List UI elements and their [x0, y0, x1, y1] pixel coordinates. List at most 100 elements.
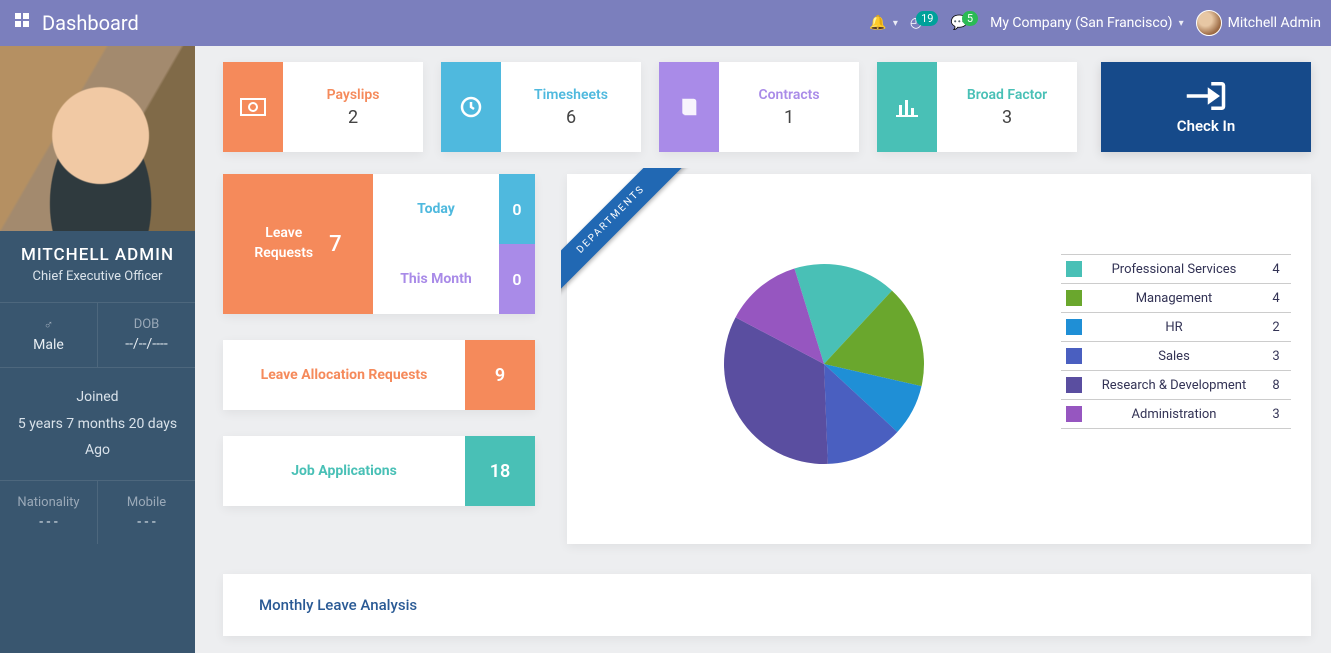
profile-photo: [0, 46, 195, 231]
page-title: Dashboard: [42, 11, 139, 35]
main-content: Payslips 2 Timesheets 6 Contracts: [195, 46, 1331, 653]
check-in-label: Check In: [1177, 117, 1235, 135]
messages-badge: 5: [962, 11, 978, 26]
leave-title-2: Requests: [254, 244, 313, 264]
legend-swatch: [1066, 406, 1082, 422]
barchart-icon: [877, 62, 937, 152]
mobile-value: - - -: [102, 514, 191, 530]
broad-factor-label: Broad Factor: [967, 87, 1047, 103]
chevron-down-icon: ▾: [1179, 18, 1184, 29]
payslips-card[interactable]: Payslips 2: [223, 62, 423, 152]
payslips-label: Payslips: [327, 87, 380, 103]
payslips-value: 2: [348, 107, 358, 128]
money-icon: [223, 62, 283, 152]
legend-row[interactable]: HR2: [1061, 313, 1291, 342]
broad-factor-value: 3: [1002, 107, 1012, 128]
avatar: [1196, 10, 1222, 36]
gender-value: Male: [4, 337, 93, 353]
messages-button[interactable]: 💬 5: [950, 15, 978, 31]
apps-icon[interactable]: [8, 13, 38, 33]
analysis-title: Monthly Leave Analysis: [259, 596, 417, 614]
leave-requests-card[interactable]: Leave Requests 7 Today 0 This Month 0: [223, 174, 535, 314]
leave-today-label: Today: [373, 201, 499, 217]
legend-row[interactable]: Sales3: [1061, 342, 1291, 371]
timesheets-value: 6: [566, 107, 576, 128]
departments-ribbon-label: DEPARTMENTS: [561, 168, 691, 300]
company-switcher[interactable]: My Company (San Francisco) ▾: [990, 15, 1183, 31]
timesheets-label: Timesheets: [534, 87, 608, 103]
departments-pie-chart: [719, 259, 929, 469]
leave-allocation-value: 9: [465, 340, 535, 410]
legend-value: 3: [1261, 342, 1291, 371]
legend-swatch: [1066, 377, 1082, 393]
contracts-label: Contracts: [758, 87, 819, 103]
leave-month-label: This Month: [373, 271, 499, 287]
contracts-card[interactable]: Contracts 1: [659, 62, 859, 152]
legend-name: Sales: [1087, 342, 1261, 371]
legend-row[interactable]: Management4: [1061, 284, 1291, 313]
joined-label: Joined: [6, 384, 189, 411]
profile-sidebar: MITCHELL ADMIN Chief Executive Officer ♂…: [0, 46, 195, 653]
job-applications-value: 18: [465, 436, 535, 506]
contracts-value: 1: [784, 107, 794, 128]
leave-month-value: 0: [499, 244, 535, 314]
broad-factor-card[interactable]: Broad Factor 3: [877, 62, 1077, 152]
nationality-value: - - -: [4, 514, 93, 530]
timesheets-card[interactable]: Timesheets 6: [441, 62, 641, 152]
legend-value: 4: [1261, 284, 1291, 313]
leave-title-1: Leave: [254, 224, 313, 244]
legend-swatch: [1066, 319, 1082, 335]
clock-icon: [441, 62, 501, 152]
legend-swatch: [1066, 348, 1082, 364]
dob-value: --/--/----: [102, 336, 191, 352]
profile-name: MITCHELL ADMIN: [0, 231, 195, 269]
legend-name: Research & Development: [1087, 371, 1261, 400]
legend-name: HR: [1087, 313, 1261, 342]
joined-suffix: Ago: [6, 437, 189, 464]
leave-allocation-card[interactable]: Leave Allocation Requests 9: [223, 340, 535, 410]
leave-today-value: 0: [499, 174, 535, 244]
legend-row[interactable]: Research & Development8: [1061, 371, 1291, 400]
stat-row: Payslips 2 Timesheets 6 Contracts: [223, 62, 1311, 152]
profile-role: Chief Executive Officer: [0, 269, 195, 302]
username: Mitchell Admin: [1228, 15, 1321, 31]
dob-cell: DOB --/--/----: [98, 303, 195, 367]
activity-button[interactable]: ◴ 19: [910, 15, 939, 31]
departments-legend: Professional Services4Management4HR2Sale…: [1061, 254, 1291, 524]
mobile-cell: Mobile - - -: [98, 481, 195, 544]
notifications-button[interactable]: 🔔▾: [869, 15, 897, 31]
legend-name: Professional Services: [1087, 255, 1261, 284]
joined-cell: Joined 5 years 7 months 20 days Ago: [0, 367, 195, 480]
gender-icon: ♂: [4, 317, 93, 333]
chevron-down-icon: ▾: [893, 18, 898, 29]
mobile-label: Mobile: [102, 495, 191, 510]
legend-name: Management: [1087, 284, 1261, 313]
legend-name: Administration: [1087, 400, 1261, 429]
leave-allocation-label: Leave Allocation Requests: [223, 367, 465, 383]
legend-row[interactable]: Administration3: [1061, 400, 1291, 429]
job-applications-card[interactable]: Job Applications 18: [223, 436, 535, 506]
signin-icon: [1185, 79, 1227, 113]
company-name: My Company (San Francisco): [990, 15, 1172, 31]
nationality-cell: Nationality - - -: [0, 481, 98, 544]
departments-card: DEPARTMENTS Professional Services4Manage…: [567, 174, 1311, 544]
legend-value: 4: [1261, 255, 1291, 284]
legend-swatch: [1066, 261, 1082, 277]
legend-value: 8: [1261, 371, 1291, 400]
departments-ribbon: DEPARTMENTS: [561, 168, 711, 318]
legend-value: 2: [1261, 313, 1291, 342]
legend-row[interactable]: Professional Services4: [1061, 255, 1291, 284]
bell-icon: 🔔: [869, 15, 886, 31]
check-in-button[interactable]: Check In: [1101, 62, 1311, 152]
user-menu[interactable]: Mitchell Admin: [1196, 10, 1321, 36]
monthly-leave-analysis-card: Monthly Leave Analysis: [223, 574, 1311, 636]
joined-value: 5 years 7 months 20 days: [6, 411, 189, 438]
gender-cell: ♂ Male: [0, 303, 98, 367]
book-icon: [659, 62, 719, 152]
leave-total: 7: [329, 232, 342, 257]
job-applications-label: Job Applications: [223, 463, 465, 479]
legend-value: 3: [1261, 400, 1291, 429]
top-navbar: Dashboard 🔔▾ ◴ 19 💬 5 My Company (San Fr…: [0, 0, 1331, 46]
nationality-label: Nationality: [4, 495, 93, 510]
dob-label: DOB: [102, 317, 191, 332]
